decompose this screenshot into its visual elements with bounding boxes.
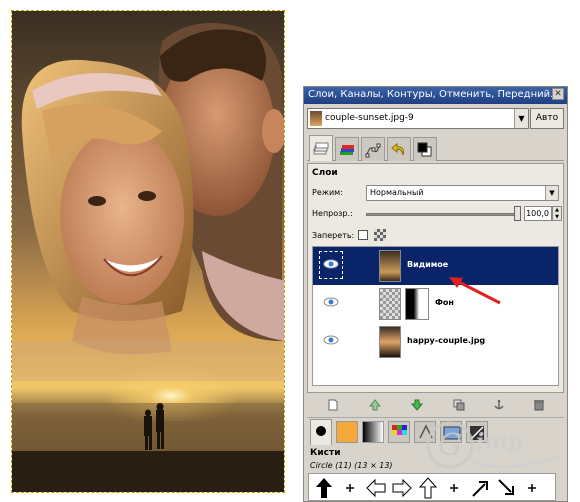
tab-undo[interactable] [387,137,411,161]
eye-icon[interactable] [323,296,339,308]
brush-name: Circle (11) (13 × 13) [310,461,393,470]
close-icon[interactable]: ✕ [552,88,564,100]
layers-panel-title: Слои [312,168,338,178]
opacity-spinner[interactable]: ▲ ▼ [552,206,562,221]
tab-patterns[interactable] [336,421,358,443]
layer-row[interactable]: happy-couple.jpg [313,323,558,361]
svg-text:G: G [438,428,462,463]
mode-label: Режим: [312,188,343,197]
tab-gradients[interactable] [362,421,384,443]
brush-circle-icon [316,426,326,436]
image-select-value: couple-sunset.jpg-9 [325,113,414,123]
fg-bg-color-icon [417,142,432,156]
tab-channels[interactable] [335,137,359,161]
chevron-down-icon[interactable]: ▼ [545,186,558,200]
lock-label: Запереть: [312,231,355,240]
layer-name: Видимое [407,260,449,269]
dock-titlebar[interactable]: Слои, Каналы, Контуры, Отменить, Передни… [304,87,567,104]
layer-thumbnail [379,326,401,358]
layer-thumbnail [379,250,401,282]
annotation-arrow-icon [449,277,501,305]
gimp-watermark-logo: G imp [426,421,561,469]
lock-alpha-checkbox[interactable] [358,230,368,240]
layer-row[interactable]: Фон [313,285,558,323]
opacity-input[interactable]: 100,0 [524,206,552,221]
image-frame[interactable] [11,10,285,493]
arrow-up-brush-icon[interactable] [313,476,335,500]
new-layer-icon[interactable] [327,399,339,411]
tab-layers[interactable] [309,135,333,161]
image-thumbnail [310,111,322,126]
layers-panel: Слои Режим: Нормальный ▼ Непрозр.: 100,0… [307,163,564,393]
mode-select[interactable]: Нормальный ▼ [366,185,559,201]
image-canvas[interactable] [0,0,300,502]
brushes-panel-title: Кисти [310,448,341,458]
layer-row[interactable]: Видимое [313,247,558,285]
layers-icon [313,142,329,154]
raise-layer-icon[interactable] [369,399,381,411]
chevron-down-icon[interactable]: ▼ [514,109,528,128]
tab-paths[interactable] [361,137,385,161]
svg-text:imp: imp [476,429,524,455]
auto-button[interactable]: Авто [530,108,564,129]
image-select[interactable]: couple-sunset.jpg-9 ▼ [307,108,529,129]
undo-icon [391,142,404,155]
image-selector-row: couple-sunset.jpg-9 ▼ Авто [307,108,564,130]
dock-tab-strip [307,135,564,161]
palette-icon [392,425,407,435]
opacity-slider[interactable] [366,213,516,216]
tab-palettes[interactable] [388,421,410,443]
layer-thumbnail [379,288,401,320]
paths-icon [365,143,381,157]
eye-icon[interactable] [323,334,339,346]
layer-name: happy-couple.jpg [407,336,486,345]
tab-colors[interactable] [413,137,437,161]
tab-brushes[interactable] [310,419,332,445]
layer-mask-thumbnail [405,288,429,320]
arrow-left-brush-icon[interactable] [365,476,387,500]
mode-value: Нормальный [370,188,424,197]
dock-title-text: Слои, Каналы, Контуры, Отменить, Передни… [308,89,560,100]
plus-brush-icon[interactable] [339,476,361,500]
opacity-slider-handle[interactable] [514,206,521,221]
couple-photo [12,11,284,492]
checkerboard-icon [374,229,386,241]
channels-icon [340,144,354,155]
eye-icon[interactable] [323,258,339,270]
layers-list: Видимое Фон happy-couple.jpg [312,246,559,386]
opacity-label: Непрозр.: [312,209,353,218]
